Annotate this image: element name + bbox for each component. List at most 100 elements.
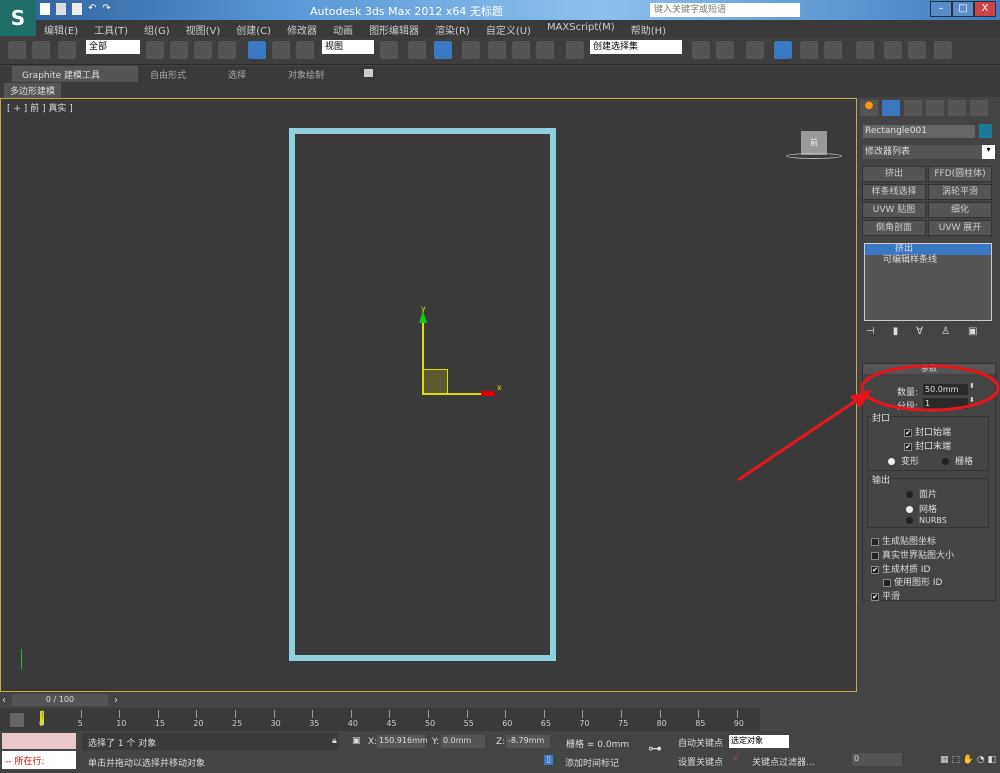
time-slider-thumb[interactable]: 0 / 100 [12,694,108,706]
select-rotate-icon[interactable] [272,41,290,59]
link-icon[interactable] [8,41,26,59]
select-move-icon[interactable] [248,41,266,59]
ribbon-options-icon[interactable] [364,69,373,77]
gizmo-y-axis[interactable] [422,314,424,394]
rect-selection-icon[interactable] [194,41,212,59]
nurbs-radio[interactable]: NURBS [906,516,947,525]
menu-item[interactable]: 动画 [325,20,361,37]
polygon-modeling-label[interactable]: 多边形建模 [4,83,62,98]
segments-spinner[interactable]: ⬍ [969,396,975,404]
unlink-icon[interactable] [32,41,50,59]
redo-icon[interactable]: ↷ [102,3,110,15]
amount-spinner[interactable]: ⬍ [969,382,975,390]
keyboard-shortcut-icon[interactable] [434,41,452,59]
current-frame-input[interactable]: 0 [852,753,902,766]
snaps-toggle-icon[interactable] [462,41,480,59]
cap-start-checkbox[interactable]: ✔ 封口始端 [904,425,951,438]
mesh-radio[interactable]: 网格 [906,502,937,515]
minimize-button[interactable]: – [930,1,952,17]
viewport-label[interactable]: [ + ] 前 ] 真实 ] [7,101,73,114]
align-icon[interactable] [716,41,734,59]
selection-filter-dropdown[interactable]: 全部 [86,40,140,54]
schematic-view-icon[interactable] [824,41,842,59]
next-frame-icon[interactable]: › [114,695,118,706]
front-viewport[interactable]: [ + ] 前 ] 真实 ] 前 y x [0,98,857,692]
undo-icon[interactable]: ↶ [88,3,96,15]
curve-editor-icon[interactable] [800,41,818,59]
absolute-mode-icon[interactable]: ▣ [352,736,361,746]
select-scale-icon[interactable] [296,41,314,59]
edit-named-selection-icon[interactable] [566,41,584,59]
modifier-button[interactable]: UVW 贴图 [862,202,926,218]
menu-item[interactable]: 创建(C) [228,20,279,37]
menu-item[interactable]: 图形编辑器 [361,20,427,37]
modifier-button[interactable]: 倒角剖面 [862,220,926,236]
pin-stack-icon[interactable]: ⊣ [866,326,875,337]
create-tab-icon[interactable]: ● [860,100,878,116]
percent-snap-icon[interactable] [512,41,530,59]
tab-object-paint[interactable]: 对象绘制 [278,66,334,82]
auto-key-button[interactable]: 自动关键点 [678,736,723,749]
menu-item[interactable]: 组(G) [136,20,178,37]
named-selection-dropdown[interactable]: 创建选择集 [590,40,682,54]
modifier-button[interactable]: 挤出 [862,166,926,182]
curve-editor-mini-icon[interactable] [10,713,24,727]
open-file-icon[interactable] [56,3,66,15]
segments-input[interactable]: 1 [923,398,968,409]
modifier-button[interactable]: 细化 [928,202,992,218]
bind-space-warp-icon[interactable] [58,41,76,59]
modifier-button[interactable]: 涡轮平滑 [928,184,992,200]
z-coordinate-input[interactable]: -8.79mm [506,735,550,748]
rollout-title[interactable]: 参数 [863,364,995,374]
new-file-icon[interactable] [40,3,50,15]
set-key-button[interactable]: 设置关键点 [678,755,723,768]
modifier-list-dropdown[interactable]: 修改器列表 [863,145,995,159]
running-label[interactable]: -- 所在行: [2,751,76,769]
track-bar[interactable]: 0 5 10 15 20 25 30 35 40 45 50 55 60 65 70 75 80 85 90 [0,708,760,731]
material-editor-icon[interactable] [856,41,874,59]
save-icon[interactable] [72,3,82,15]
angle-snap-icon[interactable] [488,41,506,59]
motion-tab-icon[interactable] [926,100,944,116]
menu-item[interactable]: 渲染(R) [427,20,478,37]
dropdown-arrow-icon[interactable]: ▾ [982,145,995,159]
menu-item[interactable]: 自定义(U) [478,20,539,37]
reference-coord-dropdown[interactable]: 视图 [322,40,374,54]
time-slider[interactable]: ‹ 0 / 100 › [0,693,857,708]
tab-graphite[interactable]: Graphite 建模工具 [12,66,138,82]
pivot-icon[interactable] [380,41,398,59]
maximize-button[interactable]: □ [952,1,974,17]
key-icon[interactable]: ⊶ [648,741,662,757]
show-end-result-icon[interactable]: ▮ [893,326,899,337]
graphite-toggle-icon[interactable] [774,41,792,59]
y-coordinate-input[interactable]: 0.0mm [441,735,485,748]
maxscript-listener[interactable] [2,733,76,749]
viewport-nav-icons[interactable]: ▦ ⬚ ✋ ◔ ◧ [940,755,996,765]
render-setup-icon[interactable] [884,41,902,59]
use-shape-id-checkbox[interactable]: 使用图形 ID [883,575,942,588]
object-color-swatch[interactable] [979,124,992,138]
modifier-button[interactable]: UVW 展开 [928,220,992,236]
viewcube[interactable]: 前 [801,131,827,155]
key-filters-button[interactable]: 关键点过滤器... [752,755,815,768]
menu-item[interactable]: 编辑(E) [36,20,86,37]
tab-freeform[interactable]: 自由形式 [140,66,196,82]
modify-tab-icon[interactable] [882,100,900,116]
utilities-tab-icon[interactable] [970,100,988,116]
menu-item[interactable]: MAXScript(M) [539,20,623,37]
select-object-icon[interactable] [146,41,164,59]
spinner-snap-icon[interactable] [536,41,554,59]
smooth-checkbox[interactable]: ✔ 平滑 [871,589,900,602]
mirror-icon[interactable] [692,41,710,59]
modifier-button[interactable]: 样条线选择 [862,184,926,200]
hierarchy-tab-icon[interactable] [904,100,922,116]
morph-radio[interactable]: 变形 [888,454,919,467]
stack-item-extrude[interactable]: 挤出 [865,244,991,255]
search-input[interactable]: 键入关键字或短语 [650,3,800,17]
prev-frame-icon[interactable]: ‹ [2,695,6,706]
tab-selection[interactable]: 选择 [218,66,256,82]
configure-sets-icon[interactable]: ▣ [968,326,977,337]
viewcube-ring[interactable] [786,153,842,159]
close-button[interactable]: X [974,1,996,17]
patch-radio[interactable]: 面片 [906,487,937,500]
